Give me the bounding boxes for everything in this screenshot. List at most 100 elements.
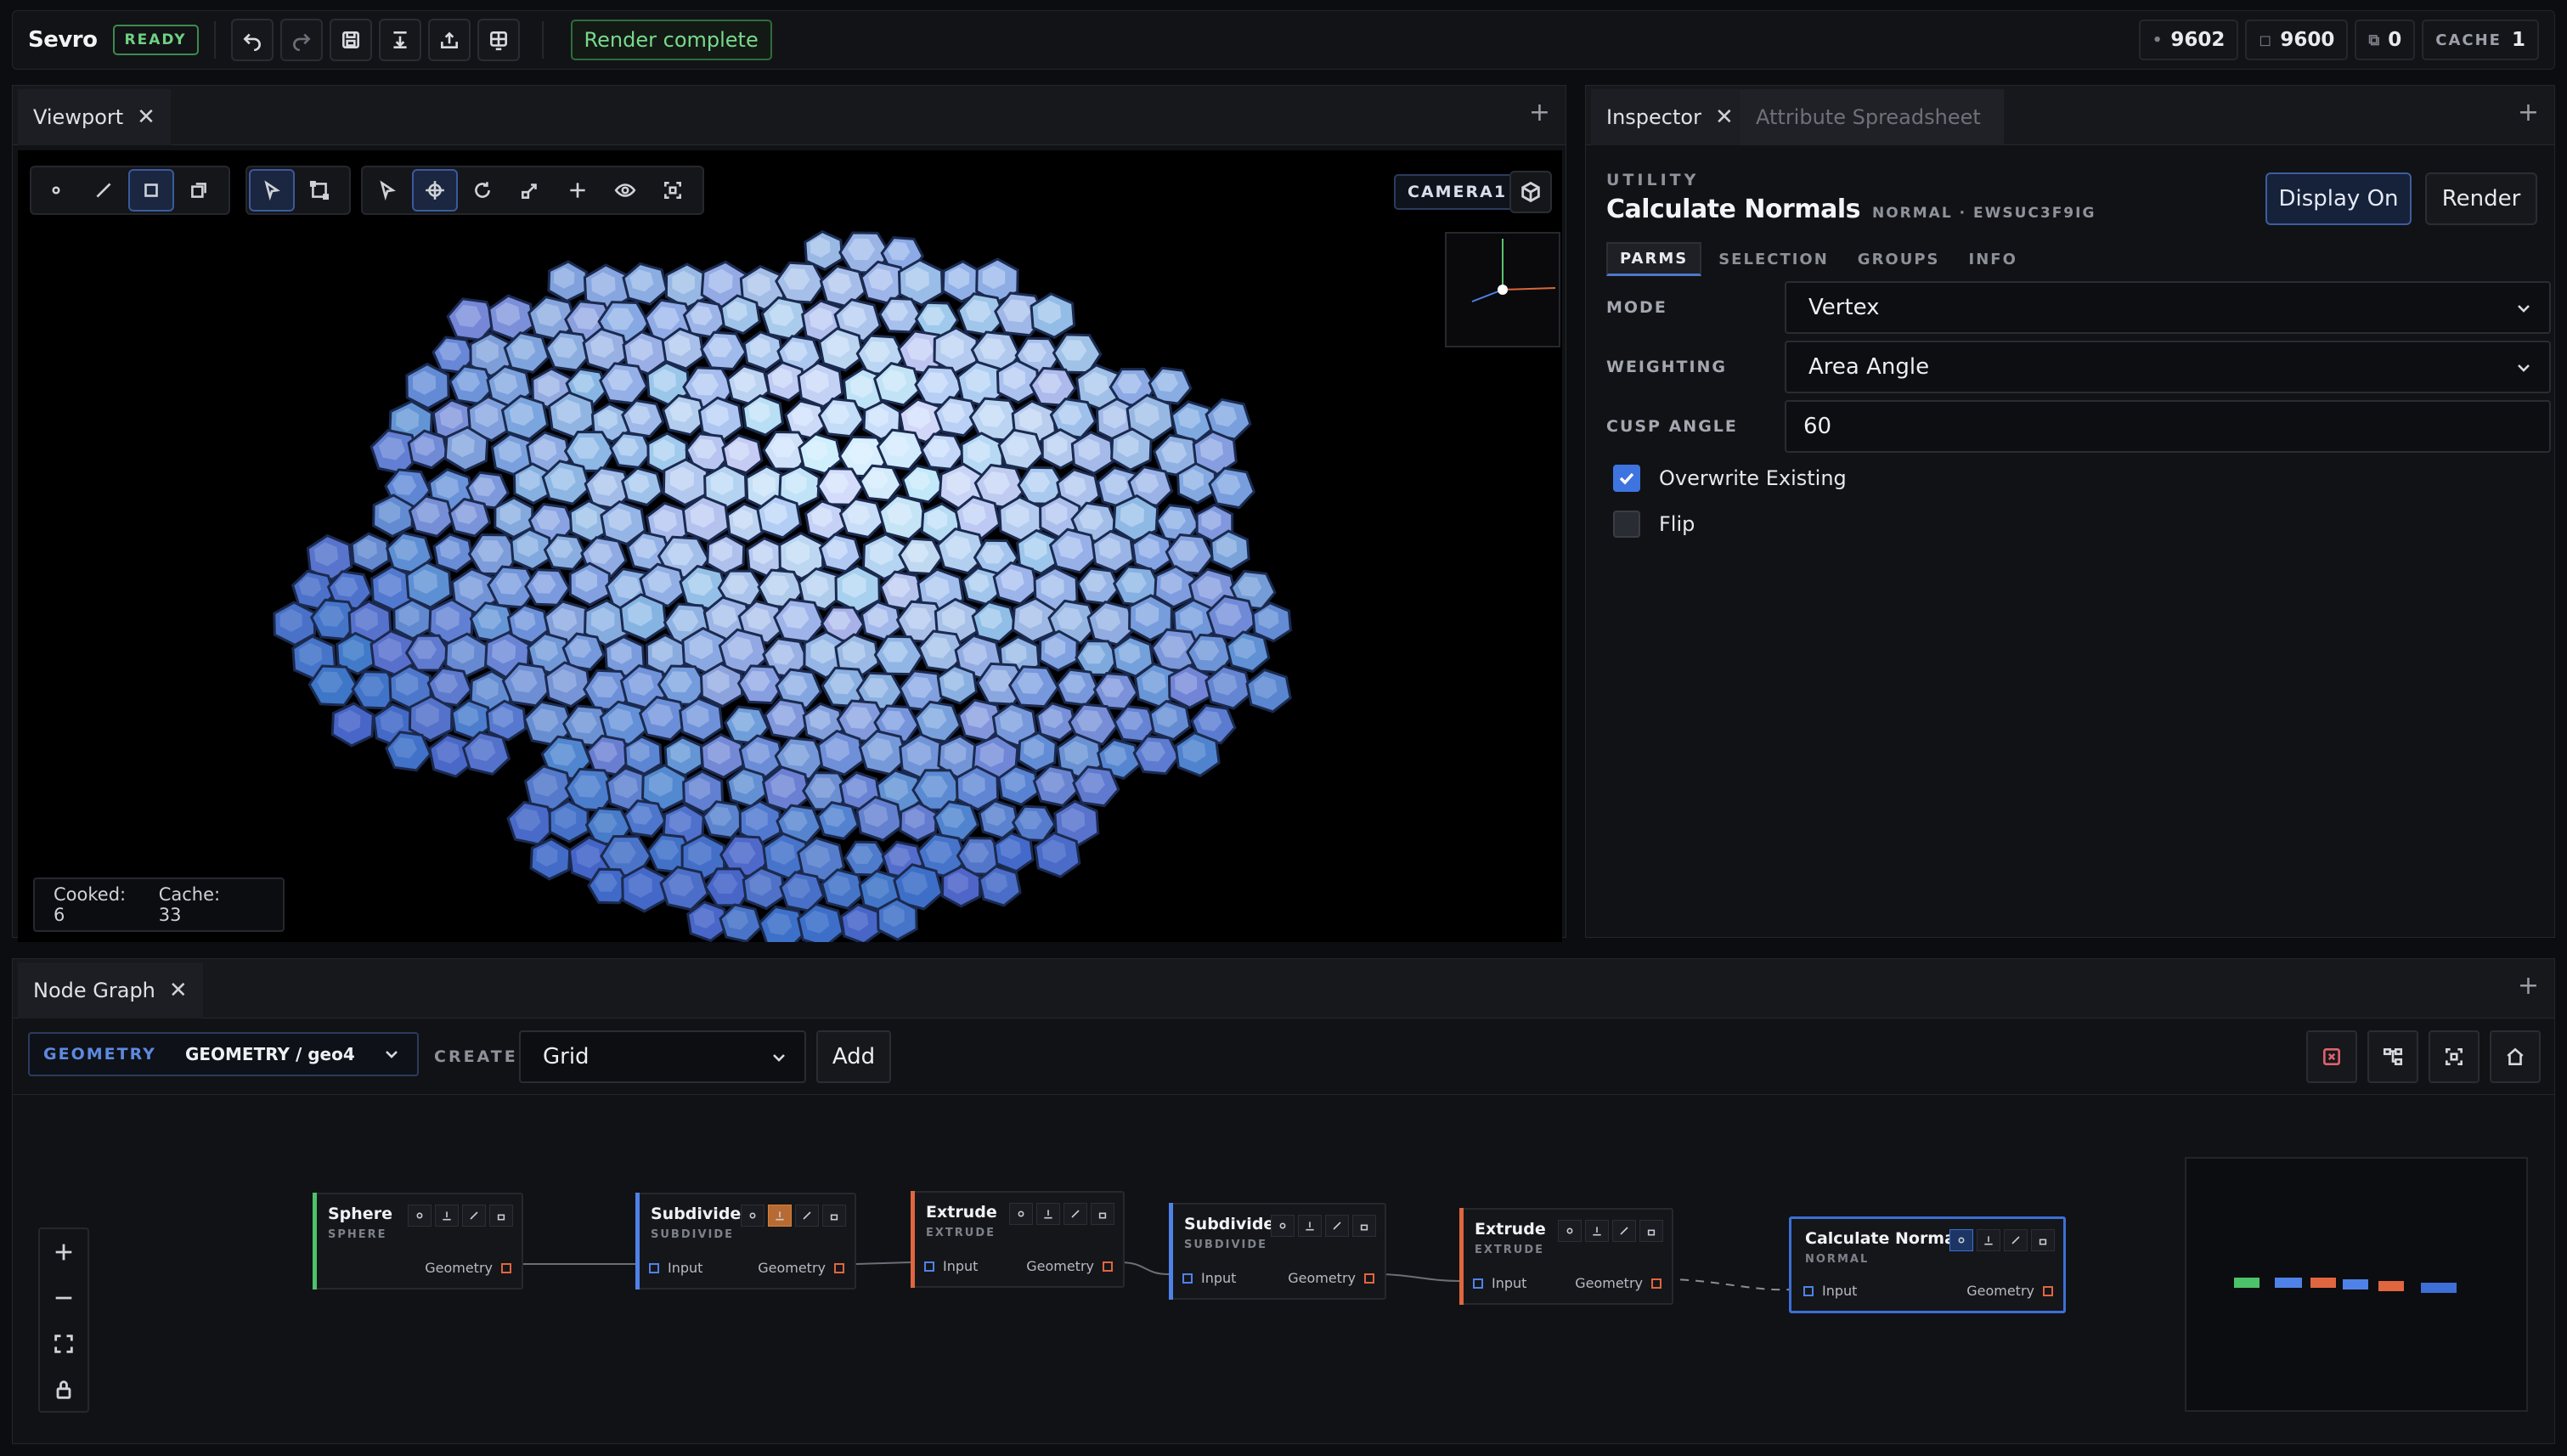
export-button[interactable] xyxy=(427,19,471,61)
output-port[interactable]: Geometry xyxy=(758,1260,844,1276)
display-flag-icon[interactable] xyxy=(408,1205,432,1227)
frame-all-button[interactable] xyxy=(2429,1030,2480,1083)
context-selector[interactable]: GEOMETRY GEOMETRY / geo4 xyxy=(28,1032,419,1076)
scale-button[interactable] xyxy=(509,171,551,210)
tab-node-graph[interactable]: Node Graph ✕ xyxy=(18,962,203,1019)
viewport-canvas[interactable]: CAMERA1 Cooked: 6 Cache: 33 xyxy=(18,150,1562,942)
graph-node[interactable]: Sphere SPHERE Geometry xyxy=(313,1193,523,1290)
tab-groups[interactable]: GROUPS xyxy=(1846,242,1952,276)
camera-options-button[interactable] xyxy=(1509,171,1552,213)
lock-flag-icon[interactable] xyxy=(2031,1229,2055,1251)
output-port[interactable]: Geometry xyxy=(425,1260,511,1276)
close-icon[interactable]: ✕ xyxy=(1715,104,1734,130)
tab-info[interactable]: INFO xyxy=(1957,242,2029,276)
redo-button[interactable] xyxy=(279,19,323,61)
export-icon xyxy=(440,31,458,48)
checkbox-unchecked-icon[interactable] xyxy=(1613,511,1640,538)
graph-node[interactable]: Extrude EXTRUDE Input Geometry xyxy=(911,1191,1125,1288)
visibility-button[interactable] xyxy=(604,171,646,210)
bypass-flag-icon[interactable] xyxy=(1063,1203,1087,1225)
lock-graph-button[interactable] xyxy=(40,1367,87,1413)
display-flag-icon[interactable] xyxy=(1949,1229,1973,1251)
render-flag-icon[interactable] xyxy=(1036,1203,1060,1225)
save-button[interactable] xyxy=(329,19,372,61)
bypass-flag-icon[interactable] xyxy=(2004,1229,2028,1251)
handle-button[interactable] xyxy=(556,171,599,210)
zoom-out-button[interactable] xyxy=(40,1275,87,1321)
render-flag-icon[interactable] xyxy=(435,1205,459,1227)
input-port[interactable]: Input xyxy=(924,1258,978,1274)
object-mode-button[interactable] xyxy=(178,171,220,210)
box-select-button[interactable] xyxy=(298,171,341,210)
home-button[interactable] xyxy=(2490,1030,2541,1083)
render-flag-icon[interactable] xyxy=(1585,1220,1609,1242)
graph-node[interactable]: Subdivide SUBDIVIDE Input Geometry xyxy=(635,1193,856,1290)
layout-nodes-button[interactable] xyxy=(2367,1030,2418,1083)
camera-selector[interactable]: CAMERA1 xyxy=(1394,174,1521,210)
import-button[interactable] xyxy=(378,19,421,61)
bypass-flag-icon[interactable] xyxy=(795,1205,819,1227)
output-port[interactable]: Geometry xyxy=(1288,1270,1374,1286)
graph-node[interactable]: Extrude EXTRUDE Input Geometry xyxy=(1459,1208,1673,1305)
move-button[interactable] xyxy=(412,169,458,212)
layout-button[interactable] xyxy=(477,19,520,61)
lock-flag-icon[interactable] xyxy=(1352,1215,1376,1237)
add-tab-icon[interactable]: + xyxy=(2518,98,2539,127)
lock-flag-icon[interactable] xyxy=(489,1205,513,1227)
lock-flag-icon[interactable] xyxy=(1639,1220,1663,1242)
cusp-angle-input[interactable]: 60 xyxy=(1785,400,2551,453)
bypass-flag-icon[interactable] xyxy=(1325,1215,1349,1237)
pointer-button[interactable] xyxy=(366,171,409,210)
overwrite-existing-checkbox[interactable]: Overwrite Existing xyxy=(1613,465,1847,492)
close-icon[interactable]: ✕ xyxy=(137,104,155,130)
add-tab-icon[interactable]: + xyxy=(2518,971,2539,1001)
close-icon[interactable]: ✕ xyxy=(169,978,188,1003)
graph-node[interactable]: Subdivide SUBDIVIDE Input Geometry xyxy=(1169,1203,1386,1300)
tab-selection[interactable]: SELECTION xyxy=(1707,242,1841,276)
weighting-select[interactable]: Area Angle xyxy=(1785,341,2551,393)
display-flag-icon[interactable] xyxy=(1009,1203,1033,1225)
add-tab-icon[interactable]: + xyxy=(1529,98,1550,127)
add-node-button[interactable]: Add xyxy=(816,1030,891,1083)
render-flag-icon[interactable] xyxy=(1298,1215,1322,1237)
zoom-in-button[interactable] xyxy=(40,1229,87,1275)
output-port[interactable]: Geometry xyxy=(1026,1258,1113,1274)
tab-attribute-spreadsheet[interactable]: Attribute Spreadsheet xyxy=(1740,89,2004,145)
checkbox-checked-icon[interactable] xyxy=(1613,465,1640,492)
tab-inspector[interactable]: Inspector ✕ xyxy=(1591,89,1749,145)
display-on-button[interactable]: Display On xyxy=(2265,172,2412,225)
output-port[interactable]: Geometry xyxy=(1966,1283,2053,1299)
output-port[interactable]: Geometry xyxy=(1575,1275,1661,1291)
input-port[interactable]: Input xyxy=(1803,1283,1857,1299)
bypass-flag-icon[interactable] xyxy=(462,1205,486,1227)
flip-checkbox[interactable]: Flip xyxy=(1613,511,1695,538)
display-flag-icon[interactable] xyxy=(1558,1220,1582,1242)
input-port[interactable]: Input xyxy=(1182,1270,1236,1286)
mode-select[interactable]: Vertex xyxy=(1785,281,2551,334)
select-tool-button[interactable] xyxy=(249,169,295,212)
delete-node-button[interactable] xyxy=(2306,1030,2357,1083)
tab-parms[interactable]: PARMS xyxy=(1606,242,1702,276)
rotate-button[interactable] xyxy=(461,171,504,210)
edge-mode-button[interactable] xyxy=(82,171,125,210)
node-type-select[interactable]: Grid xyxy=(519,1030,806,1083)
render-flag-icon[interactable] xyxy=(1977,1229,2000,1251)
lock-flag-icon[interactable] xyxy=(822,1205,846,1227)
undo-button[interactable] xyxy=(230,19,274,61)
lock-flag-icon[interactable] xyxy=(1091,1203,1114,1225)
input-port[interactable]: Input xyxy=(649,1260,702,1276)
fit-view-button[interactable] xyxy=(40,1321,87,1367)
orientation-gizmo[interactable] xyxy=(1445,232,1560,347)
point-mode-button[interactable] xyxy=(35,171,77,210)
display-flag-icon[interactable] xyxy=(1271,1215,1295,1237)
render-button[interactable]: Render xyxy=(2425,172,2537,225)
input-port[interactable]: Input xyxy=(1473,1275,1526,1291)
bypass-flag-icon[interactable] xyxy=(1612,1220,1636,1242)
graph-minimap[interactable] xyxy=(2185,1157,2528,1412)
render-flag-icon[interactable] xyxy=(768,1205,792,1227)
tab-viewport[interactable]: Viewport ✕ xyxy=(18,89,171,145)
primitive-mode-button[interactable] xyxy=(128,169,174,212)
frame-button[interactable] xyxy=(652,171,694,210)
display-flag-icon[interactable] xyxy=(741,1205,764,1227)
graph-node-selected[interactable]: Calculate Normals NORMAL Input Geometry xyxy=(1789,1216,2066,1313)
